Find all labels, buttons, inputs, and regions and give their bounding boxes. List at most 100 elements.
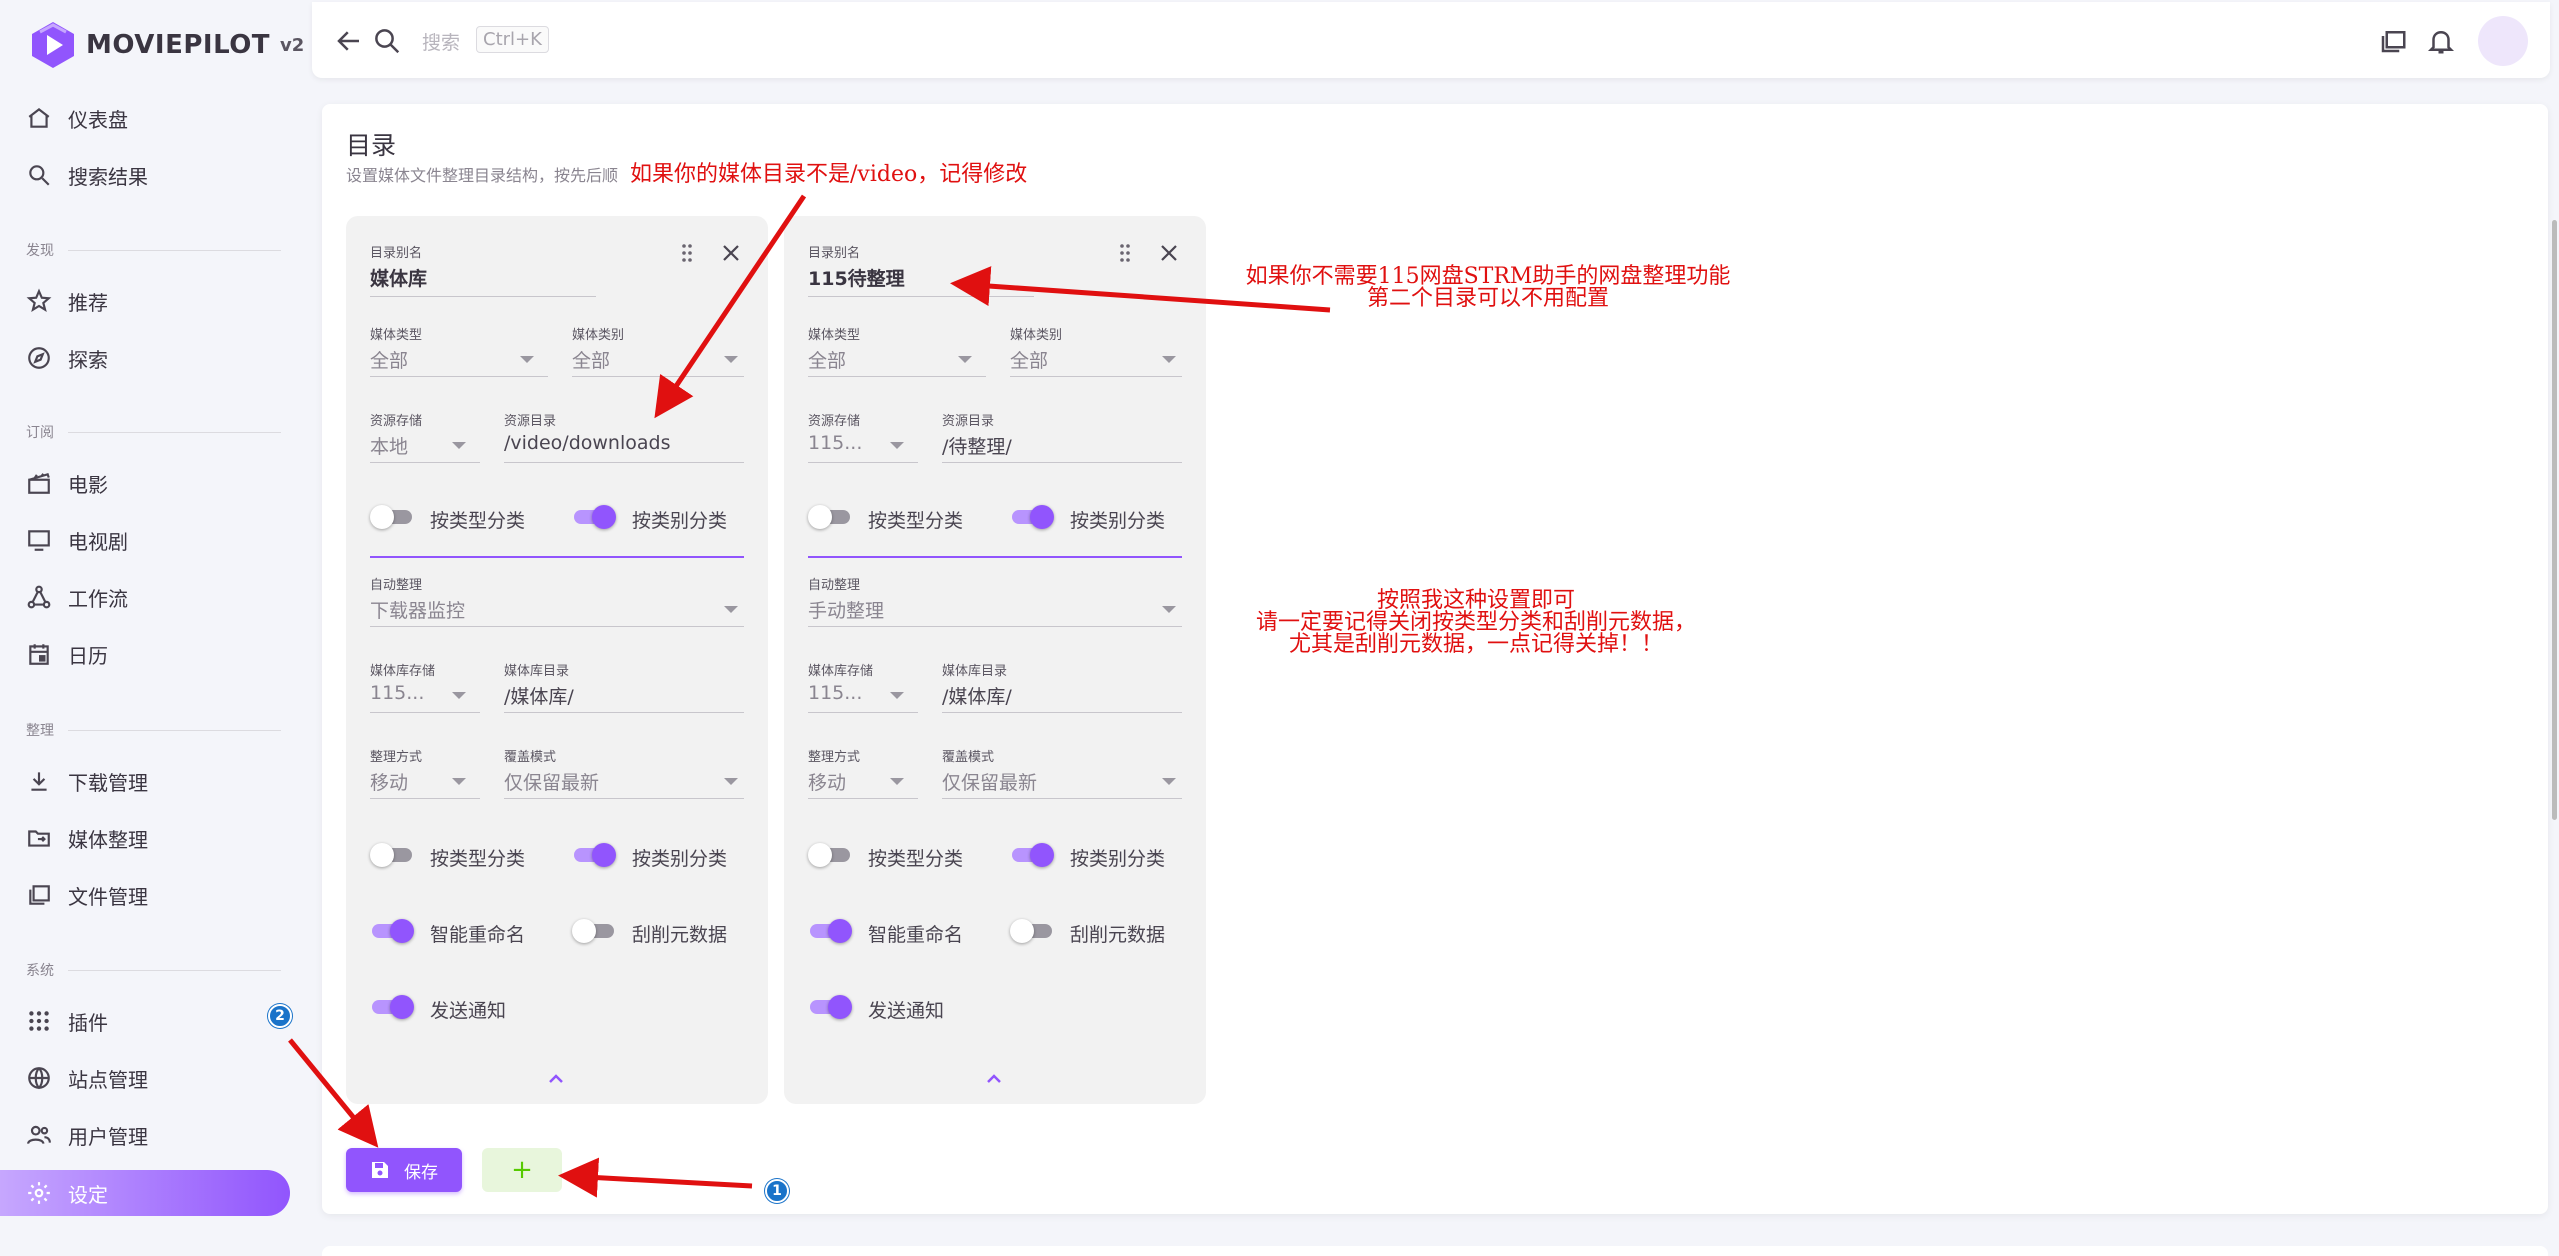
section-organize: 整理 bbox=[26, 720, 281, 740]
scrollbar[interactable] bbox=[2552, 220, 2557, 820]
sidebar-item-search-results[interactable]: 搜索结果 bbox=[0, 152, 290, 198]
overwrite-mode-select[interactable]: 仅保留最新 bbox=[942, 768, 1037, 795]
sidebar-item-media-organize[interactable]: 媒体整理 bbox=[0, 815, 290, 861]
files-icon bbox=[29, 885, 50, 905]
bell-icon[interactable] bbox=[2426, 26, 2456, 56]
resource-storage-underline bbox=[808, 462, 918, 463]
media-type-select[interactable]: 全部 bbox=[808, 346, 846, 373]
sidebar-item-recommend[interactable]: 推荐 bbox=[0, 278, 290, 324]
sidebar-item-users[interactable]: 用户管理 bbox=[0, 1112, 290, 1158]
media-category-select[interactable]: 全部 bbox=[572, 346, 610, 373]
send-notify-toggle[interactable] bbox=[370, 994, 414, 1020]
res-by-type-toggle[interactable] bbox=[370, 504, 414, 530]
library-storage-select[interactable]: 115... bbox=[370, 682, 424, 704]
sidebar-item-settings[interactable]: 设定 bbox=[0, 1170, 290, 1216]
star-icon bbox=[26, 288, 52, 312]
scrape-meta-label: 刮削元数据 bbox=[1070, 924, 1166, 946]
gear-icon bbox=[28, 1182, 50, 1204]
chevron-up-icon[interactable] bbox=[984, 1072, 1004, 1086]
close-icon[interactable] bbox=[1158, 242, 1180, 264]
send-notify-toggle[interactable] bbox=[808, 994, 852, 1020]
workflow-icon bbox=[27, 585, 51, 609]
resource-storage-select[interactable]: 115... bbox=[808, 432, 862, 454]
sidebar-item-workflow[interactable]: 工作流 bbox=[0, 574, 290, 620]
sidebar-item-tv[interactable]: 电视剧 bbox=[0, 517, 290, 563]
section-subscribe: 订阅 bbox=[26, 422, 281, 442]
windows-icon[interactable] bbox=[2378, 26, 2408, 56]
brand-logo[interactable]: MOVIEPILOT v2 bbox=[30, 20, 304, 70]
moviepilot-logo-icon bbox=[32, 22, 74, 68]
resource-storage-select[interactable]: 本地 bbox=[370, 432, 408, 459]
lib-by-type-toggle[interactable] bbox=[808, 842, 852, 868]
resource-dir-underline bbox=[942, 462, 1182, 463]
smart-rename-toggle[interactable] bbox=[370, 918, 414, 944]
sidebar: MOVIEPILOT v2 仪表盘 搜索结果 发现 推荐 探索 订阅 电影 电视… bbox=[0, 0, 310, 1256]
user-avatar[interactable] bbox=[2478, 16, 2528, 66]
section-discover: 发现 bbox=[26, 240, 281, 260]
sidebar-item-plugins[interactable]: 插件 bbox=[0, 998, 290, 1044]
chevron-down-icon bbox=[890, 692, 904, 699]
organize-method-label: 整理方式 bbox=[370, 750, 423, 765]
page-title: 目录 bbox=[346, 131, 397, 160]
overwrite-mode-select[interactable]: 仅保留最新 bbox=[504, 768, 599, 795]
search-placeholder[interactable]: 搜索 bbox=[422, 28, 460, 55]
auto-organize-select[interactable]: 下载器监控 bbox=[370, 596, 465, 623]
drag-handle-icon[interactable] bbox=[680, 242, 698, 264]
sidebar-item-downloads[interactable]: 下载管理 bbox=[0, 758, 290, 804]
folder-arrow-icon bbox=[28, 830, 50, 847]
sidebar-item-explore[interactable]: 探索 bbox=[0, 335, 290, 381]
resource-dir-underline bbox=[504, 462, 744, 463]
annotation-settings-line1: 按照我这种设置即可 bbox=[1376, 588, 1575, 613]
media-type-select[interactable]: 全部 bbox=[370, 346, 408, 373]
annotation-settings: 按照我这种设置即可 请一定要记得关闭按类型分类和刮削元数据， 尤其是刮削元数据，… bbox=[1236, 590, 1716, 656]
sidebar-item-label: 仪表盘 bbox=[68, 107, 128, 132]
sidebar-item-label: 搜索结果 bbox=[68, 164, 148, 189]
lib-by-type-toggle[interactable] bbox=[370, 842, 414, 868]
chevron-up-icon[interactable] bbox=[546, 1072, 566, 1086]
add-directory-button[interactable]: + bbox=[482, 1148, 562, 1192]
library-dir-input[interactable]: /媒体库/ bbox=[942, 682, 1012, 709]
save-button[interactable]: 保存 bbox=[346, 1148, 462, 1192]
res-by-category-toggle[interactable] bbox=[1010, 504, 1054, 530]
sidebar-item-label: 电视剧 bbox=[68, 529, 128, 554]
close-icon[interactable] bbox=[720, 242, 742, 264]
sidebar-item-dashboard[interactable]: 仪表盘 bbox=[0, 95, 290, 141]
download-icon bbox=[31, 772, 47, 791]
drag-handle-icon[interactable] bbox=[1118, 242, 1136, 264]
directory-card-2: 目录别名 115待整理 媒体类型 全部 媒体类别 全部 资源存储 115... … bbox=[784, 216, 1206, 1104]
alias-underline bbox=[370, 296, 596, 297]
res-by-type-label: 按类型分类 bbox=[868, 510, 964, 532]
organize-method-underline bbox=[808, 798, 918, 799]
lib-by-category-toggle[interactable] bbox=[572, 842, 616, 868]
annotation-strm-line1: 如果你不需要115网盘STRM助手的网盘整理功能 bbox=[1245, 264, 1731, 289]
alias-input[interactable]: 媒体库 bbox=[370, 264, 427, 291]
res-by-category-toggle[interactable] bbox=[572, 504, 616, 530]
auto-organize-label: 自动整理 bbox=[370, 578, 423, 593]
sidebar-item-file-manager[interactable]: 文件管理 bbox=[0, 872, 290, 918]
library-dir-underline bbox=[504, 712, 744, 713]
scrape-meta-toggle[interactable] bbox=[572, 918, 616, 944]
library-storage-underline bbox=[370, 712, 480, 713]
sidebar-item-sites[interactable]: 站点管理 bbox=[0, 1055, 290, 1101]
sidebar-item-movies[interactable]: 电影 bbox=[0, 460, 290, 506]
organize-method-select[interactable]: 移动 bbox=[808, 768, 846, 795]
smart-rename-toggle[interactable] bbox=[808, 918, 852, 944]
library-storage-select[interactable]: 115... bbox=[808, 682, 862, 704]
alias-input[interactable]: 115待整理 bbox=[808, 264, 905, 291]
back-arrow-icon[interactable] bbox=[334, 26, 364, 56]
media-category-select[interactable]: 全部 bbox=[1010, 346, 1048, 373]
sidebar-item-label: 工作流 bbox=[68, 586, 128, 611]
res-by-type-toggle[interactable] bbox=[808, 504, 852, 530]
resource-dir-input[interactable]: /待整理/ bbox=[942, 432, 1012, 459]
sidebar-item-label: 探索 bbox=[68, 347, 108, 372]
sidebar-item-calendar[interactable]: 日历 bbox=[0, 631, 290, 677]
media-category-underline bbox=[572, 376, 744, 377]
library-dir-input[interactable]: /媒体库/ bbox=[504, 682, 574, 709]
auto-organize-select[interactable]: 手动整理 bbox=[808, 596, 884, 623]
resource-storage-underline bbox=[370, 462, 480, 463]
organize-method-select[interactable]: 移动 bbox=[370, 768, 408, 795]
lib-by-category-toggle[interactable] bbox=[1010, 842, 1054, 868]
resource-dir-input[interactable]: /video/downloads bbox=[504, 432, 670, 454]
scrape-meta-toggle[interactable] bbox=[1010, 918, 1054, 944]
search-icon[interactable] bbox=[372, 26, 402, 56]
